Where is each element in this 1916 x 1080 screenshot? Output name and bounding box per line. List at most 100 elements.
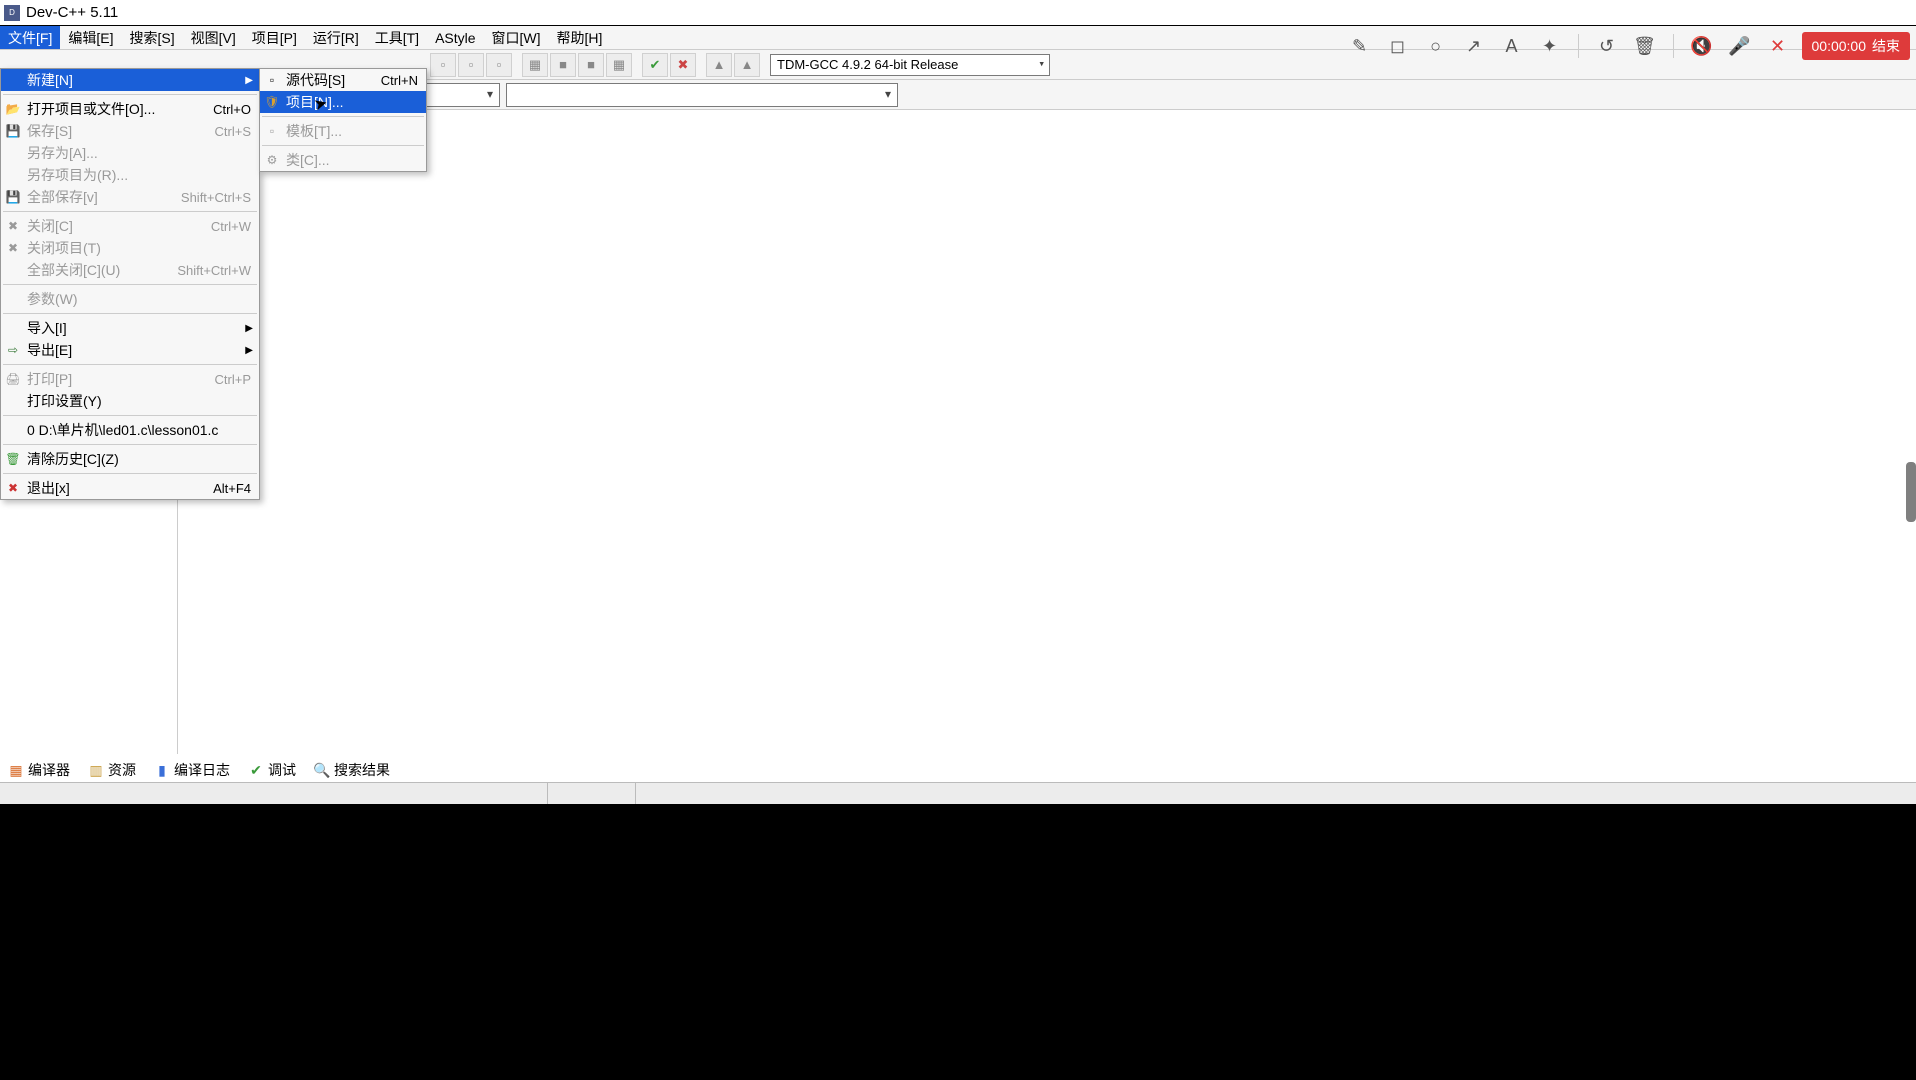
- letterbox-bottom: [0, 804, 1916, 1080]
- compiler-combo[interactable]: TDM-GCC 4.9.2 64-bit Release: [770, 54, 1050, 76]
- new-project[interactable]: 🛡 项目[N]...: [260, 91, 426, 113]
- blank-icon: [5, 320, 21, 336]
- menu-separator: [3, 94, 257, 95]
- sparkle-icon[interactable]: ✦: [1536, 32, 1564, 60]
- tb-btn-2[interactable]: ▫: [458, 53, 484, 77]
- file-open[interactable]: 📂 打开项目或文件[O]... Ctrl+O: [1, 98, 259, 120]
- new-template-label: 模板[T]...: [286, 121, 418, 141]
- status-cell-3: [636, 783, 1916, 804]
- mute-mic-icon[interactable]: 🎤: [1726, 32, 1754, 60]
- menu-view[interactable]: 视图[V]: [183, 26, 244, 49]
- save-icon: 💾: [5, 123, 21, 139]
- menu-astyle[interactable]: AStyle: [427, 26, 483, 49]
- file-params-label: 参数(W): [27, 289, 251, 309]
- tab-resources[interactable]: ▥ 资源: [84, 758, 140, 782]
- close-icon[interactable]: ✕: [1764, 32, 1792, 60]
- menu-help[interactable]: 帮助[H]: [549, 26, 611, 49]
- blank-icon: [5, 145, 21, 161]
- tab-compile-log[interactable]: ▮ 编译日志: [150, 758, 234, 782]
- file-exit-shortcut: Alt+F4: [213, 481, 251, 496]
- blank-icon: [5, 167, 21, 183]
- tb-btn-3[interactable]: ▫: [486, 53, 512, 77]
- search-tab-icon: 🔍: [314, 762, 330, 778]
- close-project-icon: ✖: [5, 240, 21, 256]
- file-clear-history[interactable]: 🗑 清除历史[C](Z): [1, 448, 259, 470]
- combo-2[interactable]: [506, 83, 898, 107]
- menu-file[interactable]: 文件[F]: [0, 26, 60, 49]
- tb-grid-icon[interactable]: ▦: [522, 53, 548, 77]
- blank-icon: [5, 393, 21, 409]
- new-source[interactable]: ▫ 源代码[S] Ctrl+N: [260, 69, 426, 91]
- tab-compiler[interactable]: ▦ 编译器: [4, 758, 74, 782]
- new-source-label: 源代码[S]: [286, 70, 375, 90]
- tb-check-icon[interactable]: ✔: [642, 53, 668, 77]
- file-print-setup[interactable]: 打印设置(Y): [1, 390, 259, 412]
- square-icon[interactable]: ◻: [1384, 32, 1412, 60]
- menu-separator: [3, 211, 257, 212]
- file-printsetup-label: 打印设置(Y): [27, 391, 251, 411]
- tab-debug[interactable]: ✔ 调试: [244, 758, 300, 782]
- file-exit-label: 退出[x]: [27, 478, 207, 498]
- blank-icon: [5, 291, 21, 307]
- app-icon: D: [4, 5, 20, 21]
- file-print-shortcut: Ctrl+P: [215, 372, 251, 387]
- file-clearhist-label: 清除历史[C](Z): [27, 449, 251, 469]
- file-recent-0[interactable]: 0 D:\单片机\led01.c\lesson01.c: [1, 419, 259, 441]
- menu-separator: [262, 145, 424, 146]
- trash-icon[interactable]: 🗑: [1631, 32, 1659, 60]
- file-close-project: ✖ 关闭项目(T): [1, 237, 259, 259]
- menu-separator: [262, 116, 424, 117]
- overlay-controls: ✎ ◻ ○ ↗ A ✦ ↺ 🗑 🔇 🎤 ✕ 00:00:00 结束: [1346, 32, 1911, 60]
- class-icon: ⚙: [264, 152, 280, 168]
- arrow-icon[interactable]: ↗: [1460, 32, 1488, 60]
- file-open-label: 打开项目或文件[O]...: [27, 99, 207, 119]
- submenu-arrow-icon: ▶: [245, 75, 253, 86]
- file-print-label: 打印[P]: [27, 369, 209, 389]
- separator: [1673, 34, 1674, 58]
- file-saveas-label: 另存为[A]...: [27, 143, 251, 163]
- menu-project[interactable]: 项目[P]: [244, 26, 305, 49]
- debug-tab-icon: ✔: [248, 762, 264, 778]
- undo-icon[interactable]: ↺: [1593, 32, 1621, 60]
- file-new[interactable]: 新建[N] ▶: [1, 69, 259, 91]
- scrollbar-thumb[interactable]: [1906, 462, 1916, 522]
- tb-grid2-icon[interactable]: ▦: [606, 53, 632, 77]
- file-save-project-as: 另存项目为(R)...: [1, 164, 259, 186]
- new-class: ⚙ 类[C]...: [260, 149, 426, 171]
- tb-block2-icon[interactable]: ■: [578, 53, 604, 77]
- menu-window[interactable]: 窗口[W]: [484, 26, 549, 49]
- file-import[interactable]: 导入[I] ▶: [1, 317, 259, 339]
- tb-misc1-icon[interactable]: ▲: [706, 53, 732, 77]
- file-export[interactable]: ⇨ 导出[E] ▶: [1, 339, 259, 361]
- file-params: 参数(W): [1, 288, 259, 310]
- status-cell-2: [548, 783, 636, 804]
- file-saveas: 另存为[A]...: [1, 142, 259, 164]
- text-icon[interactable]: A: [1498, 32, 1526, 60]
- file-close: ✖ 关闭[C] Ctrl+W: [1, 215, 259, 237]
- menu-separator: [3, 364, 257, 365]
- pencil-icon[interactable]: ✎: [1346, 32, 1374, 60]
- menu-run[interactable]: 运行[R]: [305, 26, 367, 49]
- menu-tools[interactable]: 工具[T]: [367, 26, 427, 49]
- menu-edit[interactable]: 编辑[E]: [60, 26, 121, 49]
- tb-cross-icon[interactable]: ✖: [670, 53, 696, 77]
- submenu-arrow-icon: ▶: [245, 323, 253, 334]
- menu-search[interactable]: 搜索[S]: [121, 26, 182, 49]
- mute-speaker-icon[interactable]: 🔇: [1688, 32, 1716, 60]
- file-exit[interactable]: ✖ 退出[x] Alt+F4: [1, 477, 259, 499]
- template-icon: ▫: [264, 123, 280, 139]
- menu-separator: [3, 313, 257, 314]
- tab-search-results[interactable]: 🔍 搜索结果: [310, 758, 394, 782]
- tb-block-icon[interactable]: ■: [550, 53, 576, 77]
- tb-misc2-icon[interactable]: ▲: [734, 53, 760, 77]
- new-project-label: 项目[N]...: [286, 92, 418, 112]
- log-tab-icon: ▮: [154, 762, 170, 778]
- file-saveall-label: 全部保存[v]: [27, 187, 175, 207]
- exit-icon: ✖: [5, 480, 21, 496]
- new-source-shortcut: Ctrl+N: [381, 73, 418, 88]
- file-menu-dropdown: 新建[N] ▶ 📂 打开项目或文件[O]... Ctrl+O 💾 保存[S] C…: [0, 68, 260, 500]
- tb-btn-1[interactable]: ▫: [430, 53, 456, 77]
- resources-tab-icon: ▥: [88, 762, 104, 778]
- circle-icon[interactable]: ○: [1422, 32, 1450, 60]
- record-timer[interactable]: 00:00:00 结束: [1802, 32, 1911, 60]
